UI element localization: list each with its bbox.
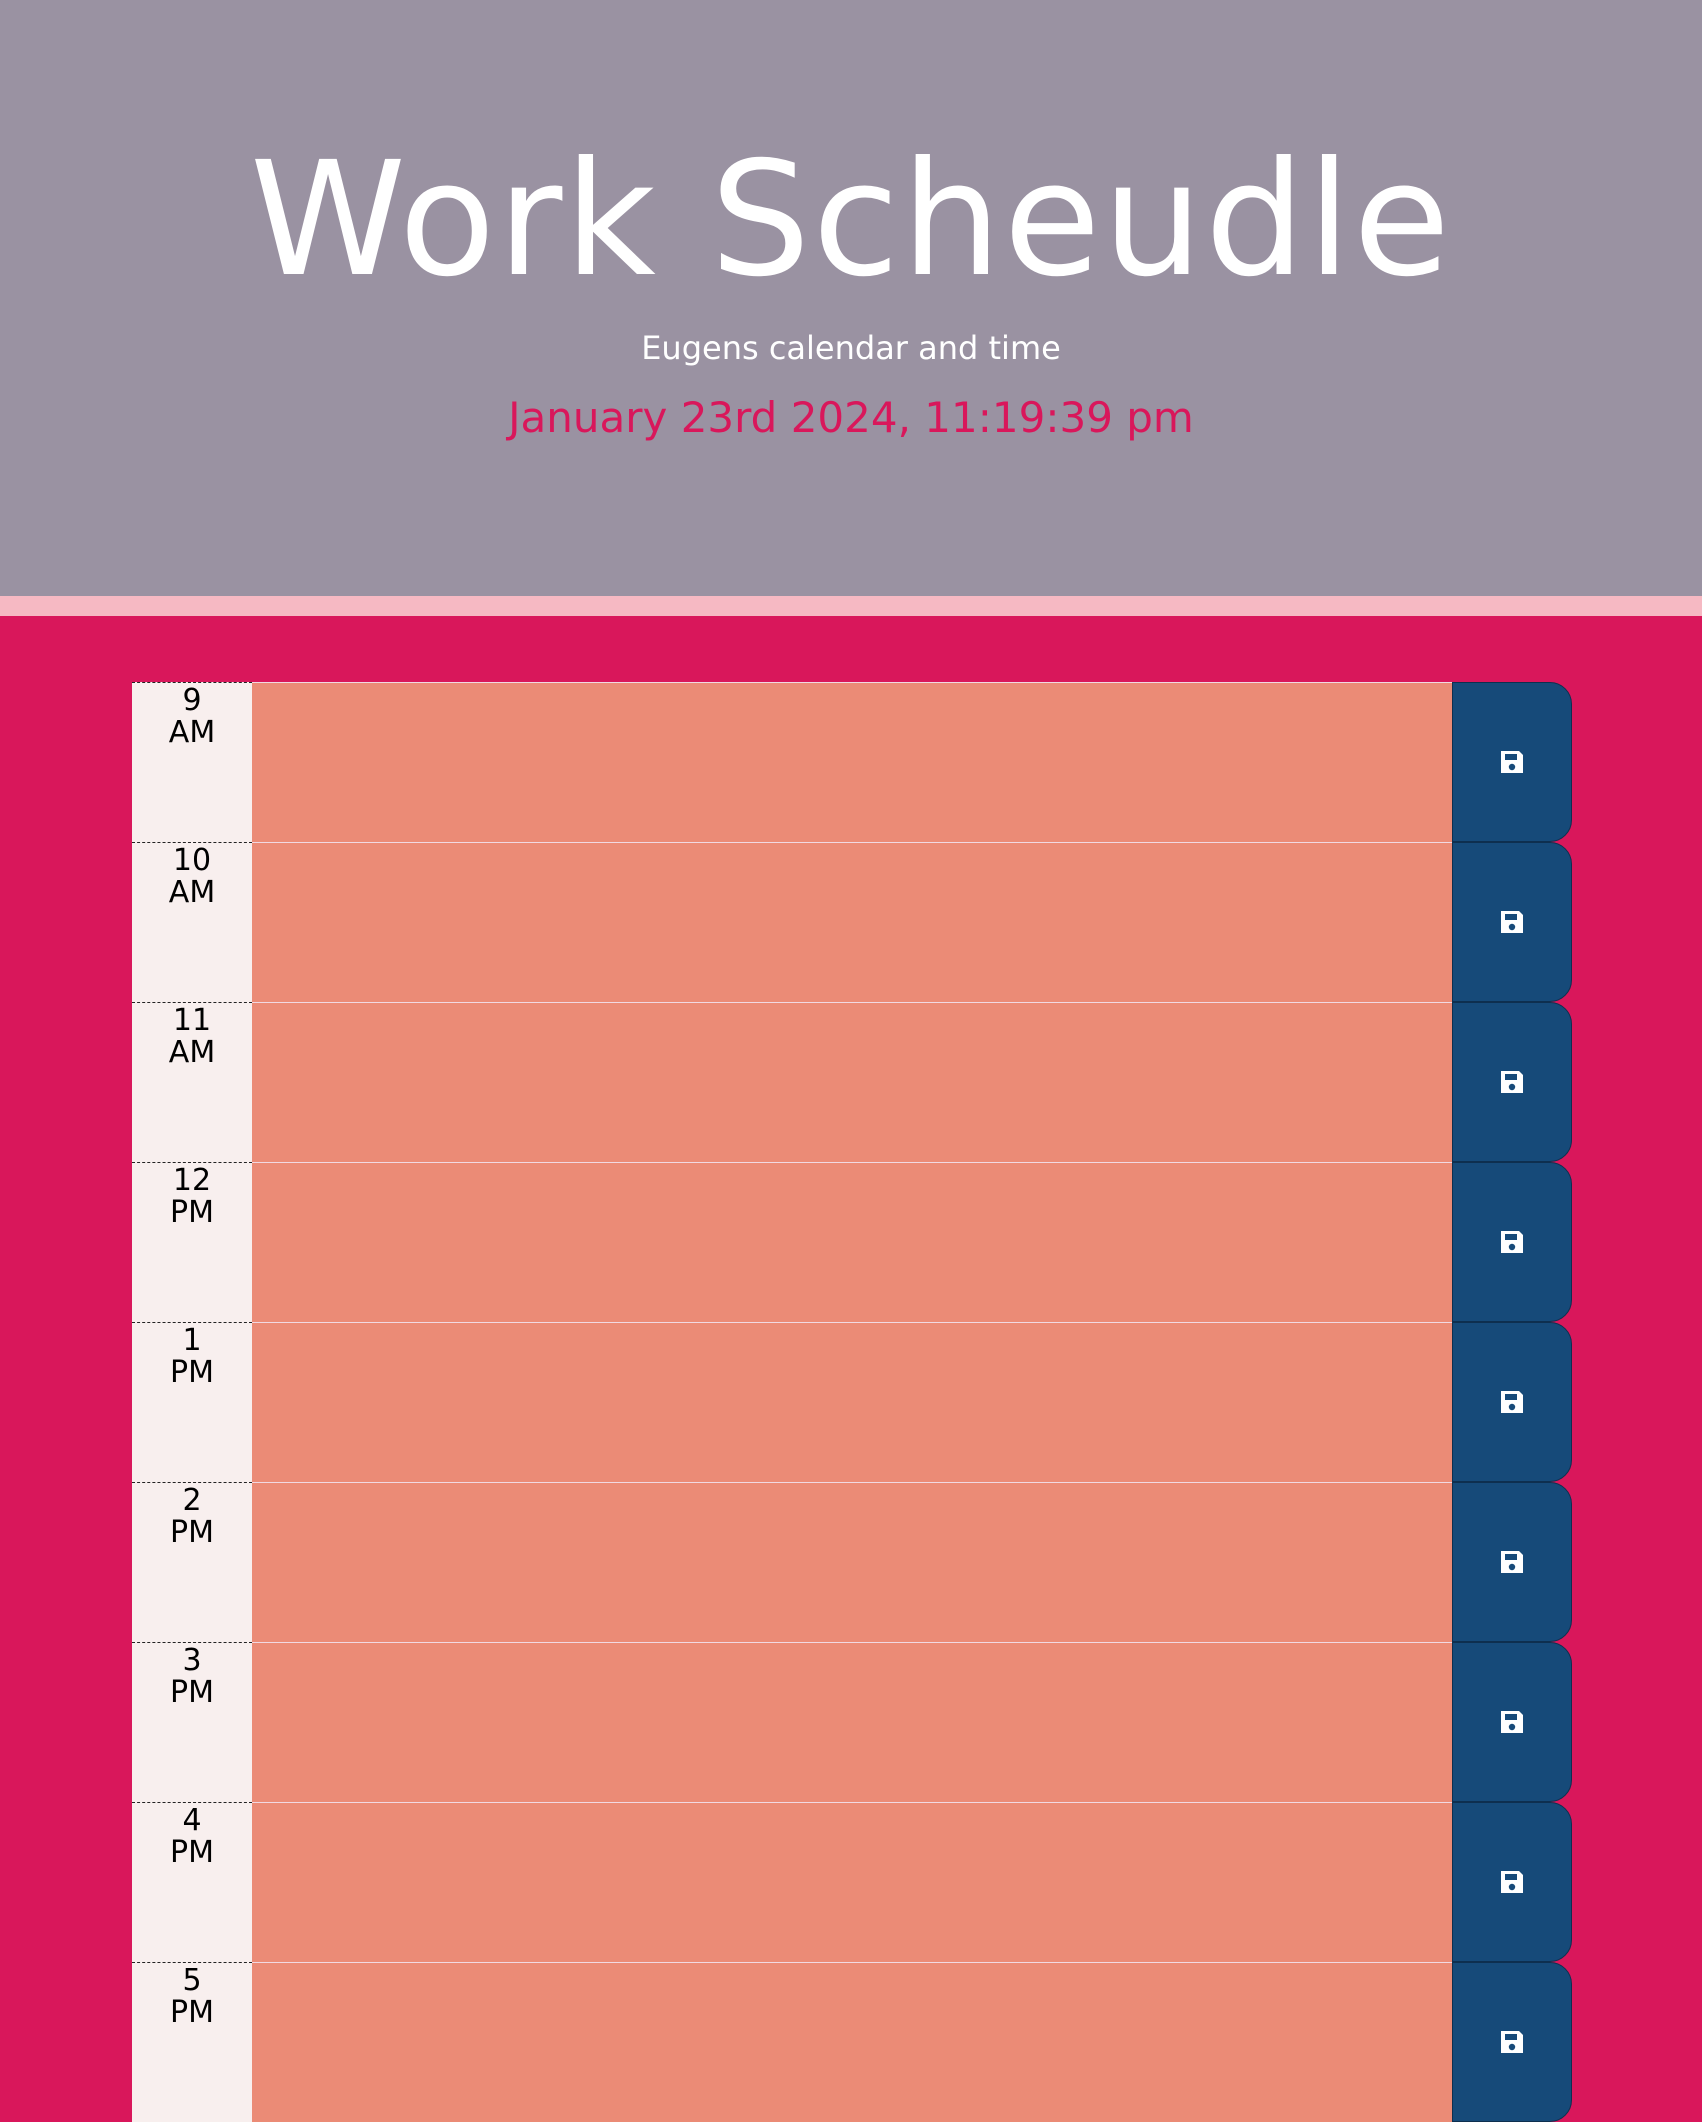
floppy-disk-icon xyxy=(1501,911,1523,933)
hour-number: 11 xyxy=(172,1003,212,1038)
current-datetime: January 23rd 2024, 11:19:39 pm xyxy=(508,393,1194,442)
hour-label: 4 PM xyxy=(132,1802,252,1962)
save-button[interactable] xyxy=(1452,1642,1572,1802)
event-description-input[interactable] xyxy=(252,1002,1452,1162)
hour-period: PM xyxy=(170,1675,214,1710)
event-description-input[interactable] xyxy=(252,842,1452,1002)
floppy-disk-icon xyxy=(1501,751,1523,773)
floppy-disk-icon xyxy=(1501,1231,1523,1253)
event-description-input[interactable] xyxy=(252,682,1452,842)
event-description-input[interactable] xyxy=(252,1802,1452,1962)
save-button[interactable] xyxy=(1452,842,1572,1002)
floppy-disk-icon xyxy=(1501,1711,1523,1733)
hour-number: 12 xyxy=(172,1163,212,1198)
event-description-input[interactable] xyxy=(252,1482,1452,1642)
floppy-disk-icon xyxy=(1501,1551,1523,1573)
hour-label: 2 PM xyxy=(132,1482,252,1642)
hour-label: 1 PM xyxy=(132,1322,252,1482)
hour-number: 9 xyxy=(182,683,202,718)
hour-period: AM xyxy=(168,875,216,910)
header-divider xyxy=(0,596,1702,616)
hour-period: PM xyxy=(170,1995,214,2030)
hour-label: 5 PM xyxy=(132,1962,252,2122)
hour-schedule: 9 AM 10 AM 11 AM 12 PM 1 PM 2 PM 3 PM 4 PM 5 PM xyxy=(132,682,1572,2122)
event-description-input[interactable] xyxy=(252,1162,1452,1322)
hour-label: 11 AM xyxy=(132,1002,252,1162)
save-button[interactable] xyxy=(1452,1162,1572,1322)
event-description-input[interactable] xyxy=(252,1962,1452,2122)
save-button[interactable] xyxy=(1452,1482,1572,1642)
page-title: Work Scheudle xyxy=(249,128,1453,312)
page-subtitle: Eugens calendar and time xyxy=(641,329,1061,367)
hour-number: 5 xyxy=(182,1963,202,1998)
jumbotron-header: Work Scheudle Eugens calendar and time J… xyxy=(0,0,1702,596)
hour-number: 3 xyxy=(182,1643,202,1678)
floppy-disk-icon xyxy=(1501,1071,1523,1093)
time-block-row: 2 PM xyxy=(132,1482,1572,1642)
save-button[interactable] xyxy=(1452,1962,1572,2122)
save-button[interactable] xyxy=(1452,682,1572,842)
time-block-row: 1 PM xyxy=(132,1322,1572,1482)
save-button[interactable] xyxy=(1452,1322,1572,1482)
hour-period: AM xyxy=(168,1035,216,1070)
hour-period: PM xyxy=(170,1355,214,1390)
event-description-input[interactable] xyxy=(252,1322,1452,1482)
time-block-row: 3 PM xyxy=(132,1642,1572,1802)
event-description-input[interactable] xyxy=(252,1642,1452,1802)
hour-number: 4 xyxy=(182,1803,202,1838)
floppy-disk-icon xyxy=(1501,1391,1523,1413)
hour-number: 2 xyxy=(182,1483,202,1518)
hour-period: PM xyxy=(170,1515,214,1550)
time-block-row: 4 PM xyxy=(132,1802,1572,1962)
save-button[interactable] xyxy=(1452,1802,1572,1962)
save-button[interactable] xyxy=(1452,1002,1572,1162)
time-block-row: 12 PM xyxy=(132,1162,1572,1322)
hour-period: AM xyxy=(168,715,216,750)
hour-period: PM xyxy=(170,1835,214,1870)
time-block-row: 5 PM xyxy=(132,1962,1572,2122)
time-block-row: 10 AM xyxy=(132,842,1572,1002)
hour-label: 9 AM xyxy=(132,682,252,842)
floppy-disk-icon xyxy=(1501,2031,1523,2053)
hour-label: 12 PM xyxy=(132,1162,252,1322)
hour-label: 3 PM xyxy=(132,1642,252,1802)
floppy-disk-icon xyxy=(1501,1871,1523,1893)
hour-number: 1 xyxy=(182,1323,202,1358)
hour-label: 10 AM xyxy=(132,842,252,1002)
time-block-row: 11 AM xyxy=(132,1002,1572,1162)
time-block-row: 9 AM xyxy=(132,682,1572,842)
hour-period: PM xyxy=(170,1195,214,1230)
hour-number: 10 xyxy=(172,843,212,878)
